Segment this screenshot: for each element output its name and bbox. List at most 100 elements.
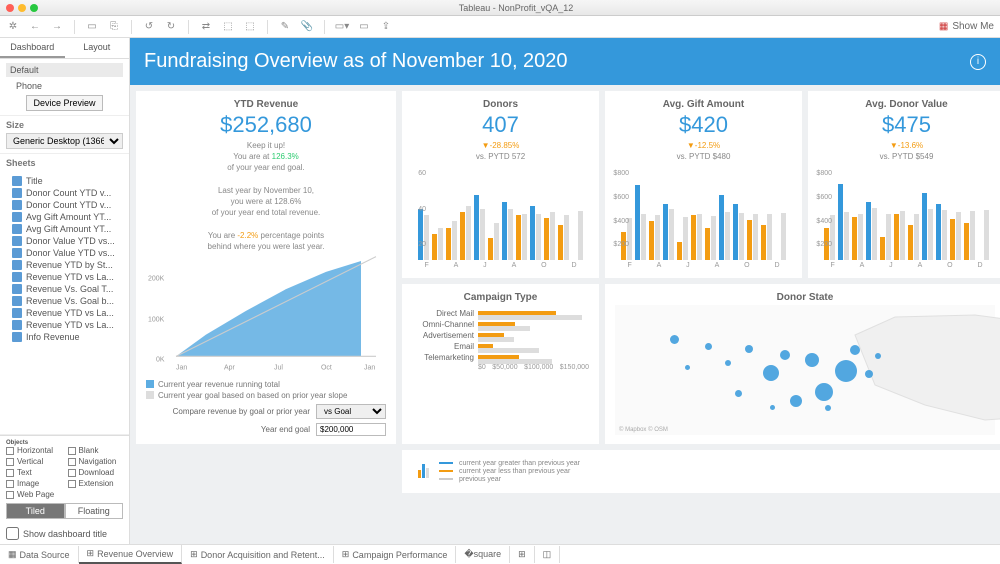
- undo-icon[interactable]: ↺: [142, 20, 156, 34]
- floating-toggle[interactable]: Floating: [65, 503, 124, 519]
- gift-bar-chart: $800$600$400$200: [615, 170, 792, 260]
- svg-text:Jan: Jan: [364, 362, 375, 371]
- highlight-icon[interactable]: ✎: [278, 20, 292, 34]
- device-default[interactable]: Default: [6, 63, 123, 77]
- ytd-label: YTD Revenue: [146, 99, 386, 110]
- share-icon[interactable]: ⇪: [379, 20, 393, 34]
- sheet-item[interactable]: Donor Value YTD vs...: [6, 235, 123, 247]
- sheet-item[interactable]: Avg Gift Amount YT...: [6, 211, 123, 223]
- sort-asc-icon[interactable]: ⬚: [221, 20, 235, 34]
- new-dashboard-icon[interactable]: ⊞: [510, 546, 535, 563]
- sheet-item[interactable]: Revenue YTD vs La...: [6, 307, 123, 319]
- swap-icon[interactable]: ⇄: [199, 20, 213, 34]
- ytd-area-chart: 200K 100K 0K Jan Apr Jul Oct Jan: [146, 248, 386, 378]
- sheet-item[interactable]: Donor Count YTD v...: [6, 199, 123, 211]
- ytd-revenue-card: YTD Revenue $252,680 Keep it up! You are…: [136, 91, 396, 444]
- ytd-sub: Keep it up! You are at 126.3% of your ye…: [146, 140, 386, 252]
- close-window-icon[interactable]: [6, 4, 14, 12]
- window-titlebar: Tableau - NonProfit_vQA_12: [0, 0, 1000, 16]
- object-item[interactable]: Vertical: [6, 457, 62, 466]
- data-source-tab[interactable]: ▦ Data Source: [0, 546, 79, 563]
- donor-acquisition-tab[interactable]: ⊞ Donor Acquisition and Retent...: [182, 546, 334, 563]
- device-phone[interactable]: Phone: [6, 81, 123, 91]
- donor-map[interactable]: © Mapbox © OSM: [615, 305, 995, 435]
- object-item[interactable]: Image: [6, 479, 62, 488]
- new-worksheet-icon[interactable]: �square: [456, 546, 510, 563]
- size-select[interactable]: Generic Desktop (1366 x 7...: [6, 133, 123, 149]
- objects-list: Horizontal Blank Vertical Navigation Text Dow…: [6, 446, 123, 499]
- sheet-item[interactable]: Donor Count YTD v...: [6, 187, 123, 199]
- show-title-checkbox[interactable]: Show dashboard title: [0, 523, 129, 544]
- campaign-card: Campaign Type Direct MailOmni-ChannelAdv…: [402, 284, 599, 444]
- object-item[interactable]: Download: [68, 468, 124, 477]
- avg-gift-value: $420: [615, 112, 792, 138]
- sheet-item[interactable]: Revenue Vs. Goal b...: [6, 295, 123, 307]
- year-legend-card: current year greater than previous year …: [402, 450, 1000, 493]
- area-legend-2: Current year goal based on based on prio…: [146, 391, 386, 400]
- object-item[interactable]: Horizontal: [6, 446, 62, 455]
- back-icon[interactable]: ←: [28, 20, 42, 34]
- show-me-button[interactable]: ▦Show Me: [939, 21, 994, 32]
- traffic-lights: [6, 4, 38, 12]
- goal-control: Year end goal: [146, 423, 386, 436]
- campaign-title: Campaign Type: [412, 292, 589, 303]
- tiled-toggle[interactable]: Tiled: [6, 503, 65, 519]
- campaign-performance-tab[interactable]: ⊞ Campaign Performance: [334, 546, 457, 563]
- donors-value: 407: [412, 112, 589, 138]
- svg-text:Jan: Jan: [176, 362, 187, 371]
- new-story-icon[interactable]: ◫: [535, 546, 561, 563]
- fit-dropdown[interactable]: ▭▾: [335, 20, 349, 34]
- sheet-item[interactable]: Title: [6, 175, 123, 187]
- sort-desc-icon[interactable]: ⬚: [243, 20, 257, 34]
- compare-control: Compare revenue by goal or prior year vs…: [146, 404, 386, 419]
- zoom-window-icon[interactable]: [30, 4, 38, 12]
- object-item[interactable]: Blank: [68, 446, 124, 455]
- tab-dashboard[interactable]: Dashboard: [0, 38, 65, 58]
- main-toolbar: ✲ ← → ▭ ⎘ ↺ ↻ ⇄ ⬚ ⬚ ✎ 📎 ▭▾ ▭ ⇪ ▦Show Me: [0, 16, 1000, 38]
- sheets-list: TitleDonor Count YTD v...Donor Count YTD…: [6, 171, 123, 430]
- sheet-item[interactable]: Donor Value YTD vs...: [6, 247, 123, 259]
- avg-donor-card: Avg. Donor Value $475 ▼-13.6%vs. PYTD $5…: [808, 91, 1000, 278]
- donor-state-title: Donor State: [615, 292, 995, 303]
- device-preview-button[interactable]: Device Preview: [26, 95, 102, 111]
- svg-text:Apr: Apr: [224, 362, 235, 371]
- sheet-item[interactable]: Avg Gift Amount YT...: [6, 223, 123, 235]
- revenue-overview-tab[interactable]: ⊞ Revenue Overview: [79, 545, 183, 564]
- ytd-value: $252,680: [146, 112, 386, 138]
- dashboard-title: Fundraising Overview as of November 10, …: [144, 50, 568, 73]
- sheet-item[interactable]: Revenue YTD vs La...: [6, 271, 123, 283]
- sheet-item[interactable]: Revenue Vs. Goal T...: [6, 283, 123, 295]
- dashboard-header: Fundraising Overview as of November 10, …: [130, 38, 1000, 85]
- sheet-tabs: ▦ Data Source ⊞ Revenue Overview ⊞ Donor…: [0, 544, 1000, 564]
- donors-bar-chart: 604020: [412, 170, 589, 260]
- svg-text:Jul: Jul: [274, 362, 283, 371]
- avg-gift-card: Avg. Gift Amount $420 ▼-12.5%vs. PYTD $4…: [605, 91, 802, 278]
- presentation-icon[interactable]: ▭: [357, 20, 371, 34]
- new-data-icon[interactable]: ⎘: [107, 20, 121, 34]
- map-credit: © Mapbox © OSM: [619, 427, 668, 433]
- logo-icon[interactable]: ✲: [6, 20, 20, 34]
- object-item[interactable]: Text: [6, 468, 62, 477]
- redo-icon[interactable]: ↻: [164, 20, 178, 34]
- avg-gift-label: Avg. Gift Amount: [615, 99, 792, 110]
- sheet-item[interactable]: Info Revenue: [6, 331, 123, 343]
- object-item[interactable]: Navigation: [68, 457, 124, 466]
- tab-layout[interactable]: Layout: [65, 38, 130, 58]
- object-item[interactable]: Extension: [68, 479, 124, 488]
- forward-icon[interactable]: →: [50, 20, 64, 34]
- info-icon[interactable]: i: [970, 54, 986, 70]
- svg-text:100K: 100K: [148, 314, 164, 323]
- sheet-item[interactable]: Revenue YTD vs La...: [6, 319, 123, 331]
- goal-input[interactable]: [316, 423, 386, 436]
- save-icon[interactable]: ▭: [85, 20, 99, 34]
- area-legend-1: Current year revenue running total: [146, 380, 386, 389]
- donors-card: Donors 407 ▼-28.85%vs. PYTD 572 604020 F…: [402, 91, 599, 278]
- object-item[interactable]: Web Page: [6, 490, 62, 499]
- compare-select[interactable]: vs Goal: [316, 404, 386, 419]
- window-title: Tableau - NonProfit_vQA_12: [38, 3, 994, 13]
- sidebar: Dashboard Layout Default Phone Device Pr…: [0, 38, 130, 544]
- group-icon[interactable]: 📎: [300, 20, 314, 34]
- sheet-item[interactable]: Revenue YTD by St...: [6, 259, 123, 271]
- minimize-window-icon[interactable]: [18, 4, 26, 12]
- sheets-label: Sheets: [6, 158, 123, 168]
